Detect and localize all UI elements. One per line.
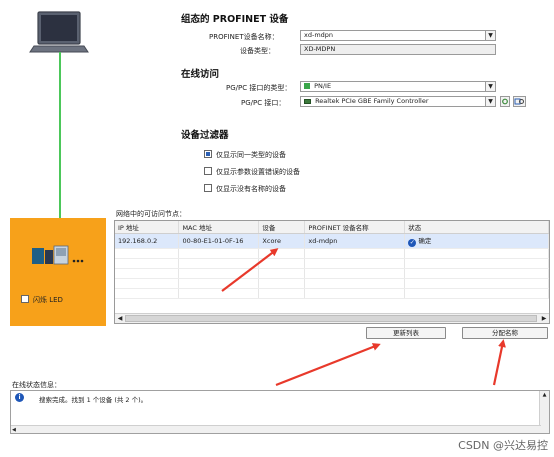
arrow-to-assign-button — [492, 339, 506, 386]
annotation-arrows — [221, 248, 506, 387]
arrow-to-refresh-button — [275, 343, 381, 387]
arrow-to-device-cell — [221, 248, 279, 292]
